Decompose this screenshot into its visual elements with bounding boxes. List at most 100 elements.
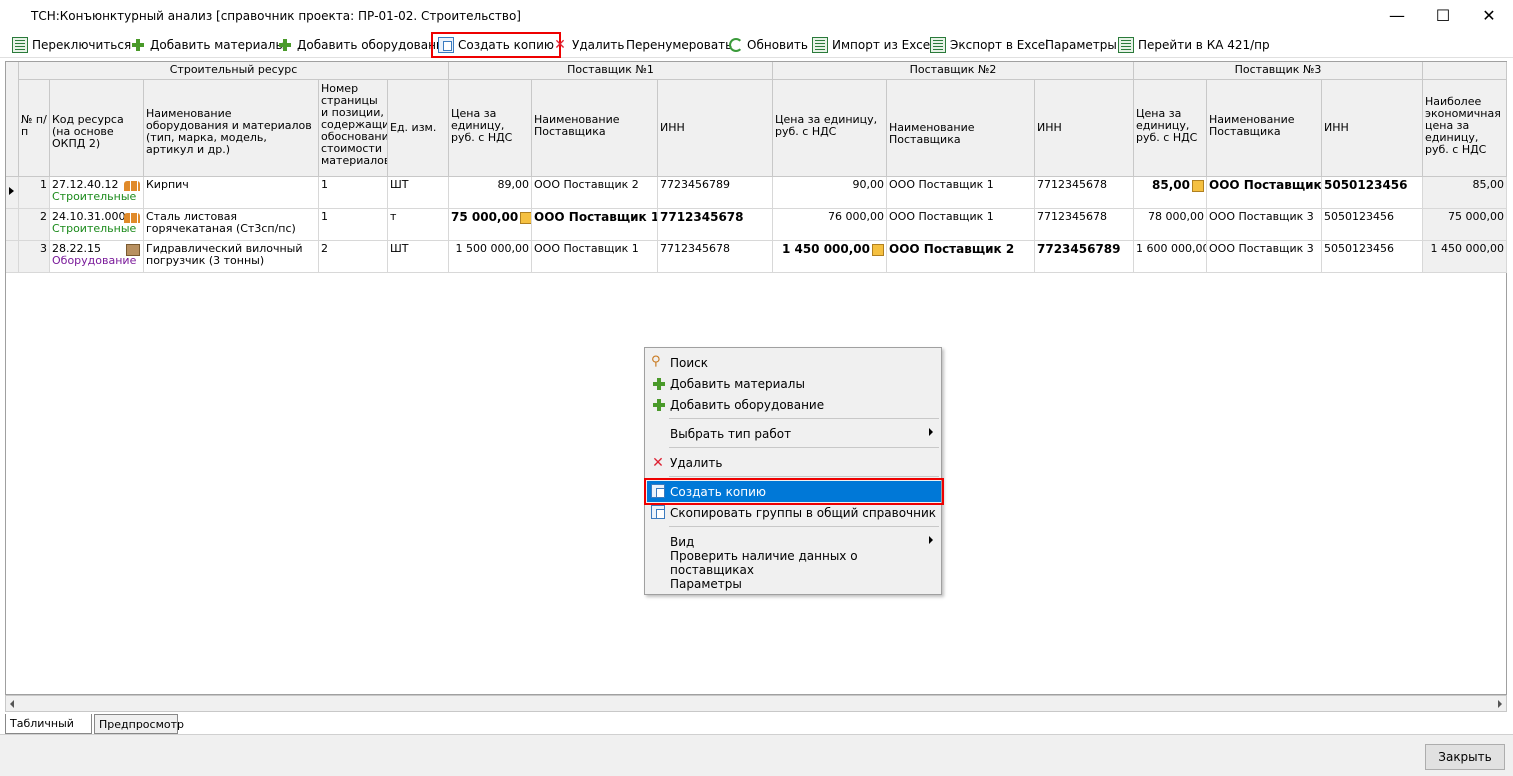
cell-price-3[interactable]: 1 600 000,00 (1134, 241, 1207, 273)
cell-code[interactable]: 28.22.15 Оборудование (50, 241, 144, 273)
scroll-left-arrow-icon[interactable] (10, 700, 14, 708)
cell-name[interactable]: Кирпич (144, 177, 319, 209)
close-window-button[interactable]: ✕ (1466, 0, 1512, 31)
cell-price-3[interactable]: 85,00 (1134, 177, 1207, 209)
menu-separator (669, 526, 939, 527)
cell-price-2[interactable]: 90,00 (773, 177, 887, 209)
cell-supplier-1[interactable]: ООО Поставщик 2 (532, 177, 658, 209)
cell-supplier-2[interactable]: ООО Поставщик 2 (887, 241, 1035, 273)
col-header-price-3[interactable]: Цена за единицу, руб. с НДС (1134, 80, 1207, 177)
minimize-button[interactable]: — (1374, 0, 1420, 31)
cell-inn-2[interactable]: 7712345678 (1035, 177, 1134, 209)
cell-inn-1[interactable]: 7723456789 (658, 177, 773, 209)
parameters-button[interactable]: Параметры (1045, 34, 1117, 56)
col-header-supplier-2[interactable]: Наименование Поставщика (887, 80, 1035, 177)
cell-best-price[interactable]: 75 000,00 (1423, 209, 1507, 241)
col-header-page[interactable]: Номер страницы и позиции, содержащие обо… (319, 80, 388, 177)
col-header-inn-1[interactable]: ИНН (658, 80, 773, 177)
col-header-inn-2[interactable]: ИНН (1035, 80, 1134, 177)
cell-unit[interactable]: ШТ (388, 177, 449, 209)
menu-item-check-data[interactable]: Проверить наличие данных о поставщиках (647, 549, 941, 577)
cell-inn-2[interactable]: 7723456789 (1035, 241, 1134, 273)
delete-button[interactable]: ✕ Удалить (552, 34, 624, 56)
cell-code[interactable]: 27.12.40.12 Строительные (50, 177, 144, 209)
add-materials-button[interactable]: Добавить материалы (130, 34, 285, 56)
menu-item-add-materials[interactable]: Добавить материалы (647, 373, 941, 394)
renumber-button[interactable]: Перенумеровать (626, 34, 732, 56)
horizontal-scrollbar[interactable] (5, 695, 1507, 712)
col-header-inn-3[interactable]: ИНН (1322, 80, 1423, 177)
cell-inn-3[interactable]: 5050123456 (1322, 241, 1423, 273)
cell-supplier-2[interactable]: ООО Поставщик 1 (887, 177, 1035, 209)
cell-num[interactable]: 3 (19, 241, 50, 273)
menu-item-work-type[interactable]: Выбрать тип работ (647, 423, 941, 444)
cell-supplier-1[interactable]: ООО Поставщик 1 (532, 209, 658, 241)
row-indicator[interactable] (6, 209, 19, 241)
close-button[interactable]: Закрыть (1425, 744, 1505, 770)
menu-item-search[interactable]: ⚲ Поиск (647, 352, 941, 373)
cell-price-1[interactable]: 1 500 000,00 (449, 241, 532, 273)
refresh-button[interactable]: Обновить (729, 34, 808, 56)
col-header-price-1[interactable]: Цена за единицу, руб. с НДС (449, 80, 532, 177)
scroll-right-arrow-icon[interactable] (1498, 700, 1502, 708)
cell-inn-3[interactable]: 5050123456 (1322, 177, 1423, 209)
cell-best-price[interactable]: 85,00 (1423, 177, 1507, 209)
cell-name[interactable]: Гидравлический вилочный погрузчик (3 тон… (144, 241, 319, 273)
menu-item-copy-groups[interactable]: Скопировать группы в общий справочник (647, 502, 941, 523)
cell-inn-2[interactable]: 7712345678 (1035, 209, 1134, 241)
cell-code[interactable]: 24.10.31.000 Строительные (50, 209, 144, 241)
cell-supplier-1[interactable]: ООО Поставщик 1 (532, 241, 658, 273)
cell-unit[interactable]: т (388, 209, 449, 241)
export-excel-button[interactable]: Экспорт в Excel (930, 34, 1049, 56)
cell-num[interactable]: 2 (19, 209, 50, 241)
menu-item-add-equipment[interactable]: Добавить оборудование (647, 394, 941, 415)
row-indicator[interactable] (6, 177, 19, 209)
goto-ka-button[interactable]: Перейти в КА 421/пр (1118, 34, 1270, 56)
switch-button[interactable]: Переключиться (12, 34, 131, 56)
col-header-price-2[interactable]: Цена за единицу, руб. с НДС (773, 80, 887, 177)
menu-item-create-copy[interactable]: Создать копию (644, 478, 944, 505)
import-excel-button[interactable]: Импорт из Excel (812, 34, 933, 56)
col-header-name[interactable]: Наименование оборудования и материалов (… (144, 80, 319, 177)
col-header-best-price[interactable]: Наиболее экономичная цена за единицу, ру… (1423, 80, 1507, 177)
row-indicator[interactable] (6, 241, 19, 273)
cell-price-1[interactable]: 89,00 (449, 177, 532, 209)
submenu-arrow-icon (929, 428, 933, 436)
menu-item-parameters[interactable]: Параметры (647, 573, 941, 594)
best-price-check-icon (872, 243, 884, 256)
ka-grid-icon (12, 37, 28, 53)
tab-preview[interactable]: Предпросмотр (94, 714, 184, 734)
group-header-supplier-3: Поставщик №3 (1134, 62, 1423, 80)
cell-supplier-3[interactable]: ООО Поставщик 3 (1207, 177, 1322, 209)
col-header-supplier-3[interactable]: Наименование Поставщика (1207, 80, 1322, 177)
cell-supplier-3[interactable]: ООО Поставщик 3 (1207, 241, 1322, 273)
copy-icon (651, 484, 665, 498)
cell-price-2[interactable]: 76 000,00 (773, 209, 887, 241)
create-copy-button[interactable]: Создать копию (431, 32, 561, 58)
group-header-supplier-1: Поставщик №1 (449, 62, 773, 80)
menu-item-delete[interactable]: ✕ Удалить (647, 452, 941, 473)
cell-inn-1[interactable]: 7712345678 (658, 241, 773, 273)
cell-price-2[interactable]: 1 450 000,00 (773, 241, 887, 273)
cell-inn-3[interactable]: 5050123456 (1322, 209, 1423, 241)
equipment-crate-icon (126, 244, 140, 256)
cell-best-price[interactable]: 1 450 000,00 (1423, 241, 1507, 273)
cell-price-3[interactable]: 78 000,00 (1134, 209, 1207, 241)
cell-supplier-2[interactable]: ООО Поставщик 1 (887, 209, 1035, 241)
col-header-unit[interactable]: Ед. изм. (388, 80, 449, 177)
tab-table-view[interactable]: Табличный вид (5, 714, 92, 743)
col-header-supplier-1[interactable]: Наименование Поставщика (532, 80, 658, 177)
cell-num[interactable]: 1 (19, 177, 50, 209)
cell-supplier-3[interactable]: ООО Поставщик 3 (1207, 209, 1322, 241)
cell-page[interactable]: 1 (319, 177, 388, 209)
cell-unit[interactable]: ШТ (388, 241, 449, 273)
add-equipment-button[interactable]: Добавить оборудование (277, 34, 451, 56)
cell-price-1[interactable]: 75 000,00 (449, 209, 532, 241)
cell-page[interactable]: 1 (319, 209, 388, 241)
col-header-num[interactable]: № п/п (19, 80, 50, 177)
cell-inn-1[interactable]: 7712345678 (658, 209, 773, 241)
maximize-button[interactable]: ☐ (1420, 0, 1466, 31)
col-header-code[interactable]: Код ресурса (на основе ОКПД 2) (50, 80, 144, 177)
cell-name[interactable]: Сталь листовая горячекатаная (Ст3сп/пс) (144, 209, 319, 241)
cell-page[interactable]: 2 (319, 241, 388, 273)
